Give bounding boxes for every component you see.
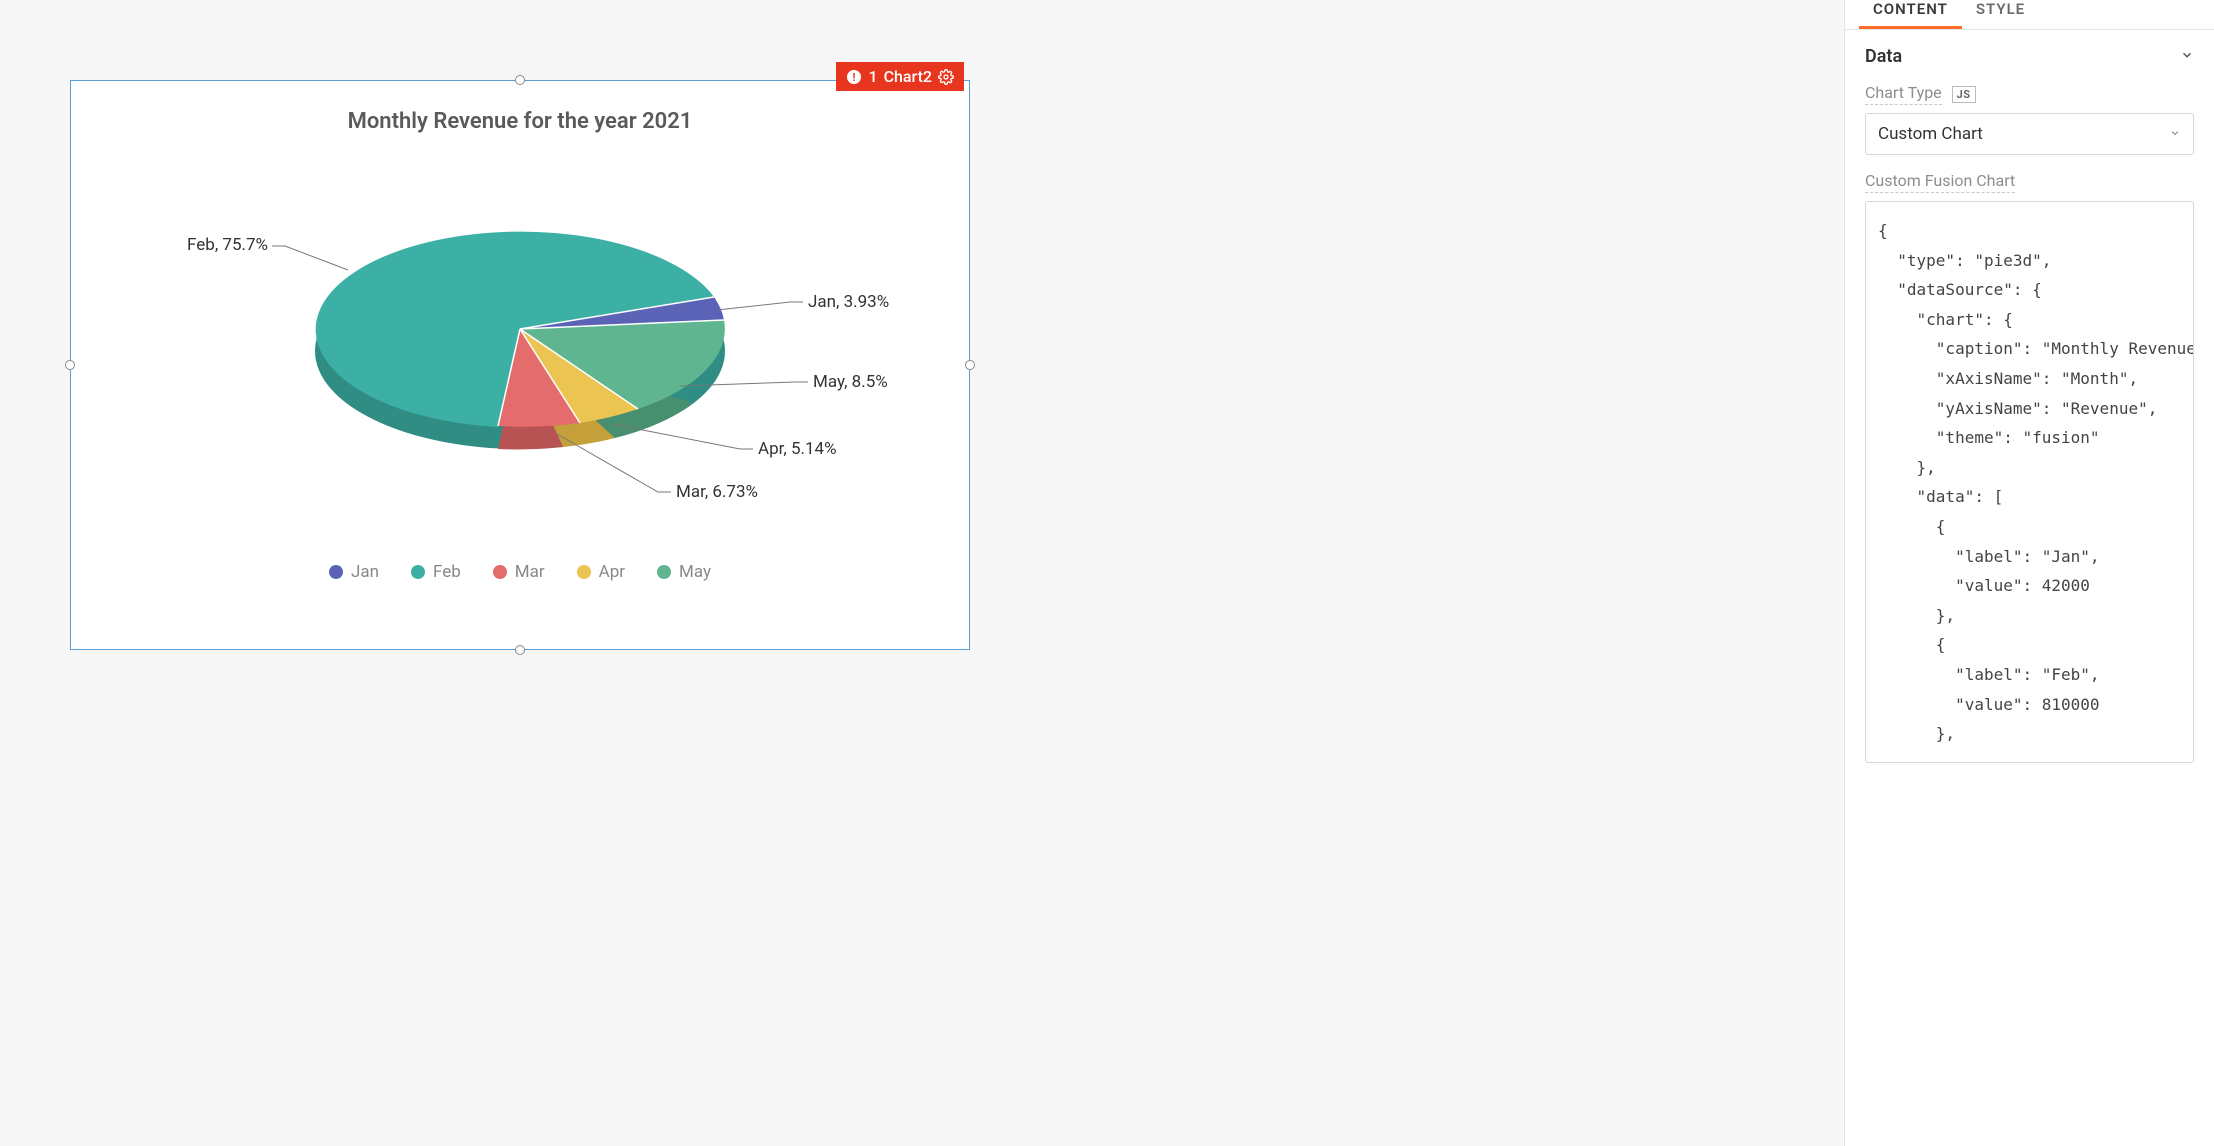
chart-type-select[interactable]: Custom Chart bbox=[1865, 113, 2194, 155]
widget-frame[interactable]: Monthly Revenue for the year 2021 bbox=[70, 80, 970, 650]
legend-item-may[interactable]: May bbox=[657, 562, 711, 582]
chart-legend: Jan Feb Mar Apr May bbox=[71, 562, 969, 582]
canvas-area[interactable]: ! 1 Chart2 Monthly Revenue for the year … bbox=[0, 0, 1844, 1146]
section-data-header[interactable]: Data bbox=[1845, 30, 2214, 83]
pie-chart: Feb, 75.7% Jan, 3.93% May, 8.5% Apr, 5.1… bbox=[71, 134, 969, 554]
section-data-label: Data bbox=[1865, 46, 1902, 67]
custom-fusion-label: Custom Fusion Chart bbox=[1865, 171, 2015, 193]
tab-content[interactable]: CONTENT bbox=[1859, 0, 1962, 29]
chart-widget[interactable]: ! 1 Chart2 Monthly Revenue for the year … bbox=[70, 80, 970, 650]
panel-tabs: CONTENT STYLE bbox=[1845, 0, 2214, 30]
chevron-down-icon bbox=[2169, 124, 2181, 144]
alert-icon: ! bbox=[846, 69, 862, 85]
legend-item-apr[interactable]: Apr bbox=[577, 562, 625, 582]
gear-icon[interactable] bbox=[938, 69, 954, 85]
pie-label-apr: Apr, 5.14% bbox=[758, 439, 837, 459]
svg-text:!: ! bbox=[853, 71, 856, 84]
pie-label-may: May, 8.5% bbox=[813, 372, 888, 392]
legend-dot-icon bbox=[657, 565, 671, 579]
legend-dot-icon bbox=[577, 565, 591, 579]
resize-handle-top[interactable] bbox=[515, 75, 525, 85]
chart-title: Monthly Revenue for the year 2021 bbox=[71, 109, 969, 134]
legend-dot-icon bbox=[329, 565, 343, 579]
legend-item-feb[interactable]: Feb bbox=[411, 562, 461, 582]
chart-type-value: Custom Chart bbox=[1878, 124, 1983, 144]
legend-item-jan[interactable]: Jan bbox=[329, 562, 379, 582]
pie-label-feb: Feb, 75.7% bbox=[187, 235, 268, 255]
custom-fusion-code-input[interactable]: { "type": "pie3d", "dataSource": { "char… bbox=[1865, 201, 2194, 763]
legend-item-mar[interactable]: Mar bbox=[493, 562, 545, 582]
legend-dot-icon bbox=[493, 565, 507, 579]
widget-name-label: Chart2 bbox=[884, 67, 932, 86]
pie-label-jan: Jan, 3.93% bbox=[808, 292, 889, 312]
resize-handle-bottom[interactable] bbox=[515, 645, 525, 655]
widget-error-count: 1 bbox=[868, 67, 877, 86]
pie-label-mar: Mar, 6.73% bbox=[676, 482, 758, 502]
tab-style[interactable]: STYLE bbox=[1962, 0, 2039, 29]
js-badge[interactable]: JS bbox=[1952, 86, 1976, 103]
legend-dot-icon bbox=[411, 565, 425, 579]
properties-panel: CONTENT STYLE Data Chart Type JS Custom … bbox=[1844, 0, 2214, 1146]
chevron-down-icon bbox=[2180, 46, 2194, 67]
widget-error-badge[interactable]: ! 1 Chart2 bbox=[836, 62, 964, 91]
chart-type-label: Chart Type bbox=[1865, 83, 1942, 105]
